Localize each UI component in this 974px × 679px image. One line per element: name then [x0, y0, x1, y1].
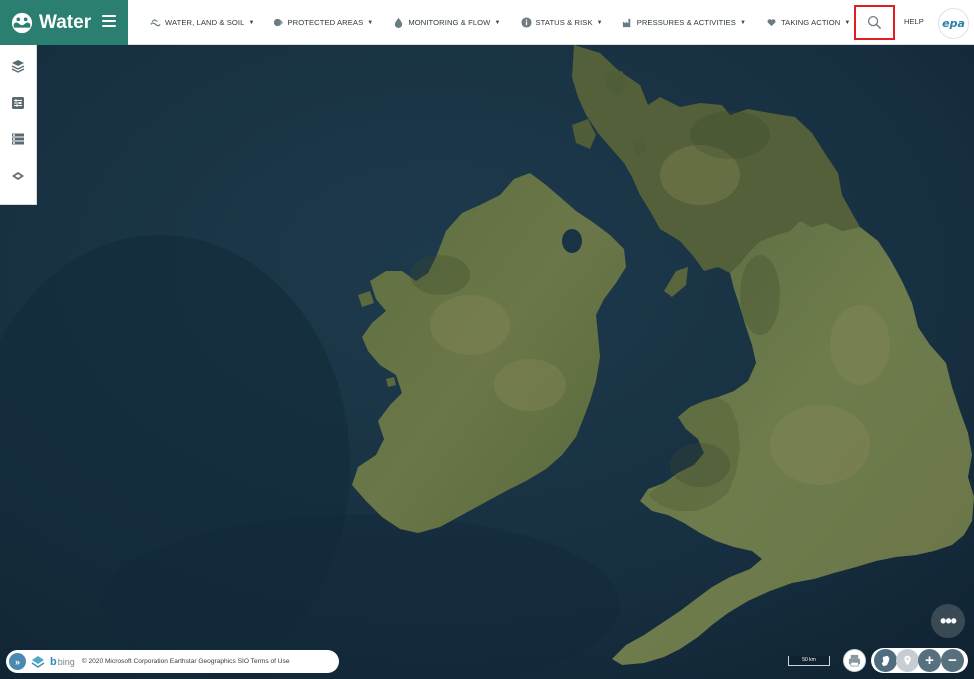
- expand-button[interactable]: »: [9, 653, 26, 670]
- map-pin-icon: [904, 655, 911, 666]
- menu-icon[interactable]: [102, 15, 116, 27]
- search-icon: [867, 15, 882, 30]
- filter-button[interactable]: [8, 95, 28, 112]
- nav-label: STATUS & RISK: [535, 18, 593, 27]
- map-tools-panel: [0, 45, 37, 205]
- location-button[interactable]: [896, 649, 919, 672]
- nav-protected-areas[interactable]: PROTECTED AREAS ▼: [273, 17, 374, 28]
- print-button[interactable]: [843, 649, 866, 672]
- filter-icon: [12, 96, 24, 109]
- land-soil-icon: [150, 19, 161, 27]
- top-header: Water WATER, LAND & SOIL ▼ PROTECTED ARE…: [0, 0, 974, 45]
- protected-areas-icon: [273, 18, 283, 27]
- search-button[interactable]: [854, 5, 895, 40]
- home-extent-button[interactable]: [874, 649, 897, 672]
- scale-bar: 50 km: [788, 656, 830, 666]
- nav-status-risk[interactable]: STATUS & RISK ▼: [520, 17, 603, 28]
- nav-label: TAKING ACTION: [781, 18, 841, 27]
- water-drop-icon: [395, 17, 403, 28]
- attribution-bar: » b bing © 2020 Microsoft Corporation Ea…: [6, 650, 339, 673]
- chevron-down-icon: ▼: [739, 19, 746, 26]
- main-nav: WATER, LAND & SOIL ▼ PROTECTED AREAS ▼ M…: [150, 0, 850, 45]
- lough-neagh: [562, 229, 582, 253]
- info-icon: [520, 17, 532, 28]
- epa-logo[interactable]: epa: [938, 8, 969, 39]
- nav-label: MONITORING & FLOW: [408, 18, 491, 27]
- nav-water-land-soil[interactable]: WATER, LAND & SOIL ▼: [150, 17, 255, 28]
- help-link[interactable]: HELP: [904, 17, 924, 26]
- app-title[interactable]: Water: [39, 12, 91, 34]
- chevron-down-icon: ▼: [367, 19, 374, 26]
- chevron-down-icon: ▼: [494, 19, 501, 26]
- epa-logo-text: epa: [942, 17, 965, 30]
- chevron-down-icon: ▼: [596, 19, 603, 26]
- chevron-down-icon: ▼: [248, 19, 255, 26]
- satellite-map[interactable]: [0, 45, 974, 679]
- printer-icon: [848, 654, 861, 667]
- legend-icon: [12, 133, 24, 145]
- ireland-outline-icon: [881, 655, 889, 666]
- nav-taking-action[interactable]: TAKING ACTION ▼: [766, 17, 850, 28]
- nav-monitoring-flow[interactable]: MONITORING & FLOW ▼: [393, 17, 500, 28]
- attribution-text[interactable]: © 2020 Microsoft Corporation Earthstar G…: [82, 658, 290, 665]
- legend-button[interactable]: [8, 131, 28, 148]
- layers-button[interactable]: [8, 58, 28, 75]
- bing-logo: b bing: [50, 656, 75, 668]
- basemap-button[interactable]: [8, 168, 28, 185]
- more-options-button[interactable]: •••: [931, 604, 965, 638]
- nav-label: PROTECTED AREAS: [287, 18, 364, 27]
- layers-icon: [11, 60, 25, 73]
- chevron-down-icon: ▼: [844, 19, 851, 26]
- map-imagery[interactable]: [0, 45, 974, 679]
- zoom-in-button[interactable]: +: [918, 649, 941, 672]
- basemap-thumbnail-icon[interactable]: [31, 655, 45, 669]
- basemap-icon: [12, 171, 24, 180]
- nav-label: WATER, LAND & SOIL: [165, 18, 245, 27]
- zoom-out-button[interactable]: −: [941, 649, 964, 672]
- nav-pressures-activities[interactable]: PRESSURES & ACTIVITIES ▼: [622, 17, 746, 28]
- nav-label: PRESSURES & ACTIVITIES: [636, 18, 736, 27]
- heart-hand-icon: [767, 19, 776, 27]
- water-logo-icon: [11, 12, 33, 33]
- factory-icon: [622, 18, 630, 28]
- brand-bar: Water: [0, 0, 128, 45]
- bing-logo-icon: b: [50, 655, 57, 668]
- bing-label: bing: [57, 656, 75, 667]
